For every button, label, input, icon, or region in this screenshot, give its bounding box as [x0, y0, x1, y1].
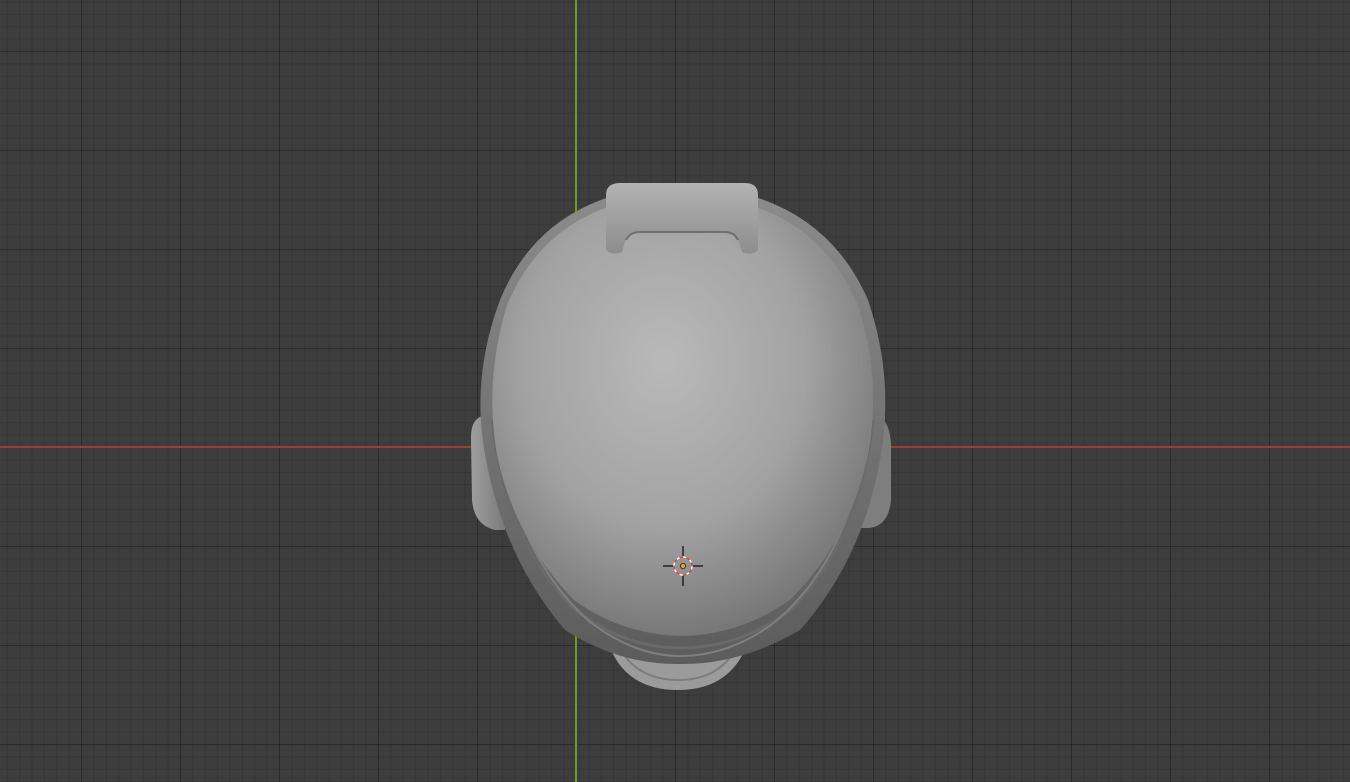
helmet-model[interactable]: [0, 0, 1350, 782]
origin-point-icon: [679, 562, 686, 569]
3d-viewport[interactable]: [0, 0, 1350, 782]
3d-cursor-icon[interactable]: [662, 545, 704, 587]
